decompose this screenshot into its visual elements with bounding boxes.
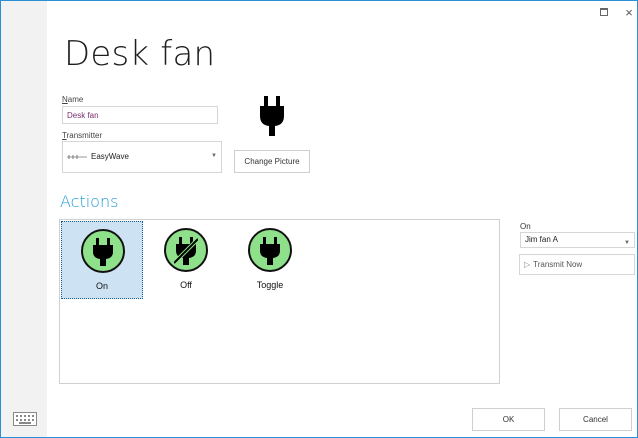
action-on[interactable]: On — [61, 221, 143, 299]
action-off-circle — [164, 228, 208, 272]
plug-icon — [93, 238, 113, 266]
receiver-value: Jim fan A — [525, 235, 558, 244]
restore-icon[interactable] — [597, 6, 611, 20]
page-title: Desk fan — [64, 34, 216, 74]
transmitter-value: EasyWave — [91, 152, 129, 161]
change-picture-button[interactable]: Change Picture — [234, 150, 310, 173]
transmitter-select[interactable]: EasyWave ▼ — [62, 141, 222, 173]
left-gutter — [1, 1, 47, 437]
name-input[interactable]: Desk fan — [62, 106, 218, 124]
action-toggle[interactable]: Toggle — [229, 221, 311, 299]
transmit-now-button[interactable]: ▷ Transmit Now — [519, 254, 635, 275]
cancel-button[interactable]: Cancel — [559, 408, 632, 431]
keyboard-icon[interactable] — [13, 412, 37, 426]
close-icon[interactable]: × — [622, 6, 636, 20]
selected-action-label: On — [520, 222, 531, 231]
chevron-down-icon: ▼ — [211, 153, 217, 159]
transmitter-icon — [67, 155, 87, 159]
transmit-now-label: Transmit Now — [533, 260, 583, 269]
play-icon: ▷ — [524, 260, 531, 269]
action-on-circle — [81, 229, 125, 273]
action-on-label: On — [95, 281, 108, 291]
plug-icon — [260, 96, 284, 136]
action-toggle-label: Toggle — [256, 280, 284, 290]
action-off[interactable]: Off — [145, 221, 227, 299]
chevron-down-icon: ▼ — [624, 240, 630, 246]
transmitter-label: Transmitter — [62, 131, 103, 140]
actions-list: On Off Toggle — [59, 219, 500, 384]
action-toggle-circle — [248, 228, 292, 272]
name-label: Name — [62, 95, 84, 104]
action-off-label: Off — [180, 280, 192, 290]
plug-icon — [260, 237, 280, 265]
actions-heading: Actions — [60, 192, 119, 211]
plug-off-icon — [174, 237, 198, 265]
receiver-select[interactable]: Jim fan A ▼ — [520, 232, 635, 248]
ok-button[interactable]: OK — [472, 408, 545, 431]
